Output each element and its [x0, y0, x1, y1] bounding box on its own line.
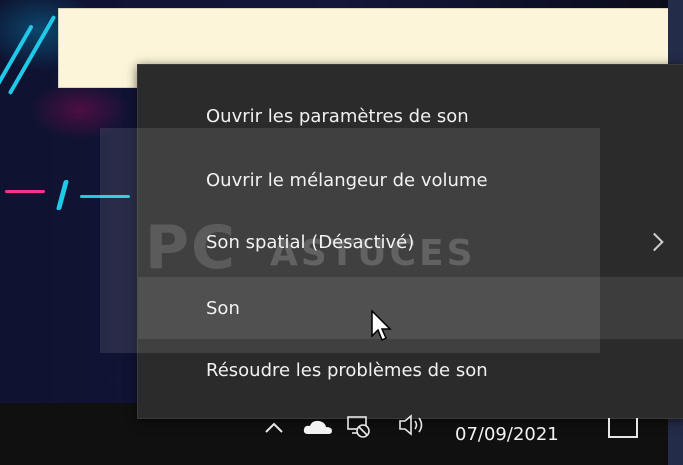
menu-item-open-volume-mixer[interactable]: Ouvrir le mélangeur de volume	[138, 149, 683, 211]
menu-item-spatial-sound[interactable]: Son spatial (Désactivé)	[138, 211, 683, 273]
menu-item-label: Ouvrir les paramètres de son	[206, 105, 469, 127]
wallpaper-stroke	[5, 190, 45, 193]
menu-item-label: Ouvrir le mélangeur de volume	[206, 169, 488, 191]
menu-item-label: Son	[206, 297, 240, 319]
mouse-cursor-icon	[371, 310, 392, 342]
speaker-icon[interactable]	[398, 414, 428, 436]
menu-item-sound[interactable]: Son	[138, 277, 683, 339]
menu-item-label: Son spatial (Désactivé)	[206, 231, 415, 253]
taskbar-clock[interactable]: 07/09/2021	[455, 424, 559, 445]
menu-item-open-sound-settings[interactable]: Ouvrir les paramètres de son	[138, 85, 683, 147]
menu-item-label: Résoudre les problèmes de son	[206, 359, 488, 381]
wallpaper-stroke	[80, 195, 130, 198]
sound-context-menu: Ouvrir les paramètres de son Ouvrir le m…	[137, 64, 683, 419]
menu-item-troubleshoot-sound[interactable]: Résoudre les problèmes de son	[138, 339, 683, 401]
network-icon[interactable]	[346, 414, 372, 440]
chevron-up-icon[interactable]	[264, 420, 284, 434]
chevron-right-icon	[645, 232, 664, 252]
notification-icon[interactable]	[608, 418, 638, 438]
onedrive-cloud-icon[interactable]	[302, 418, 334, 436]
wallpaper-stroke	[55, 180, 70, 210]
